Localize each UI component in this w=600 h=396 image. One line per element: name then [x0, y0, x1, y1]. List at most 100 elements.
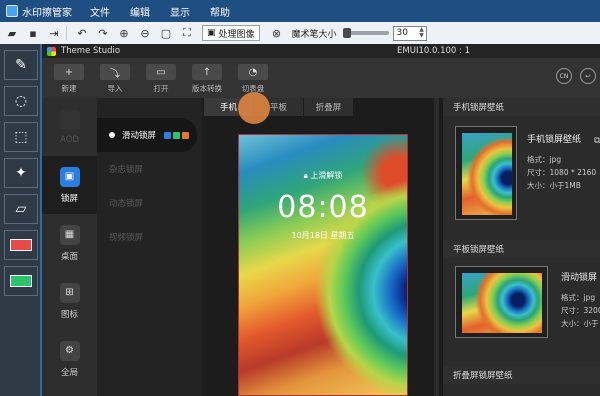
- subnav-video-lock[interactable]: 视频锁屏: [97, 220, 202, 254]
- wallpaper-size: 尺寸：3200: [561, 306, 600, 315]
- import-button[interactable]: ⤵ 导入: [96, 64, 134, 94]
- app-logo-icon: [6, 5, 18, 17]
- lockscreen-subnav: 滑动锁屏 杂志锁屏 动态锁屏 视频锁屏: [97, 98, 202, 396]
- fit-icon[interactable]: ▢: [157, 24, 175, 42]
- undo-icon[interactable]: ↶: [73, 24, 91, 42]
- icons-icon: ⊞: [59, 282, 80, 303]
- export-icon[interactable]: ⇥: [45, 24, 63, 42]
- category-global[interactable]: ⚙ 全局: [42, 330, 97, 388]
- process-image-button[interactable]: ▣ 处理图像: [202, 25, 260, 41]
- desktop-icon: ▦: [59, 224, 80, 245]
- new-label: 新建: [61, 84, 77, 93]
- properties-panel: 手机锁屏壁纸 手机锁屏壁纸 格式：jpg 尺寸：1080 * 2160 大小：小…: [439, 98, 600, 396]
- full-screen-icon[interactable]: ⛶: [178, 24, 196, 42]
- category-desktop[interactable]: ▦ 桌面: [42, 214, 97, 272]
- brush-size-slider[interactable]: [342, 28, 389, 38]
- category-label: 锁屏: [60, 193, 78, 204]
- process-image-icon: ▣: [207, 28, 216, 38]
- wallpaper-name: 滑动锁屏: [561, 273, 598, 283]
- save-icon[interactable]: ▪: [24, 24, 42, 42]
- version-convert-icon: ↑: [192, 64, 222, 80]
- import-icon: ⤵: [100, 64, 130, 80]
- phone-wallpaper-section-title: 手机锁屏壁纸: [443, 98, 600, 116]
- tablet-wallpaper-image: [462, 273, 542, 333]
- category-icons[interactable]: ⊞ 图标: [42, 272, 97, 330]
- tablet-wallpaper-thumbnail[interactable]: [455, 266, 548, 338]
- open-icon: ▭: [146, 64, 176, 80]
- eraser-tool-icon[interactable]: ▱: [4, 194, 38, 224]
- category-aod[interactable]: AOD: [42, 98, 97, 156]
- pen-tool-icon[interactable]: ✎: [4, 50, 38, 80]
- click-ripple: [238, 92, 270, 124]
- theme-studio-toolbar: + 新建 ⤵ 导入 ▭ 打开 ↑ 版本转换 ◔ 切表盘 CN ↩: [42, 58, 600, 98]
- process-image-label: 处理图像: [218, 29, 255, 40]
- select-tool-icon[interactable]: ⬚: [4, 122, 38, 152]
- tab-foldable[interactable]: 折叠屏: [304, 98, 354, 116]
- stepper-arrows-icon[interactable]: ▲ ▼: [418, 27, 426, 39]
- zoom-in-icon[interactable]: ⊕: [115, 24, 133, 42]
- category-nav: AOD ▣ 锁屏 ▦ 桌面 ⊞ 图标 ⚙ 全局: [42, 98, 97, 396]
- theme-studio-window: Theme Studio EMUI10.0.100 : 1 + 新建 ⤵ 导入 …: [42, 44, 600, 396]
- preview-area: 手机 平板 折叠屏 🔒︎ 上滑解锁 08:08 10月18日 星期五: [202, 92, 434, 396]
- clock-time: 08:08: [277, 190, 369, 225]
- category-label: 桌面: [60, 251, 78, 262]
- phone-wallpaper-thumbnail[interactable]: [455, 126, 517, 220]
- category-label: AOD: [60, 134, 79, 145]
- menu-view[interactable]: 显示: [170, 4, 190, 19]
- category-label: 全局: [60, 367, 78, 378]
- unlock-hint-label: 上滑解锁: [310, 171, 343, 180]
- tablet-wallpaper-section: 滑动锁屏 格式：jpg 尺寸：3200 大小：小于: [443, 258, 600, 366]
- version-convert-button[interactable]: ↑ 版本转换: [188, 64, 226, 94]
- menu-edit[interactable]: 编辑: [130, 4, 150, 19]
- theme-studio-title-bar: Theme Studio EMUI10.0.100 : 1: [42, 44, 600, 58]
- category-label: 图标: [60, 309, 78, 320]
- import-label: 导入: [107, 84, 123, 93]
- version-convert-label: 版本转换: [192, 84, 222, 93]
- copy-icon[interactable]: ⧉: [594, 136, 600, 146]
- fold-wallpaper-section-title: 折叠屏锁屏壁纸: [443, 366, 600, 384]
- window-title: 水印擦管家: [22, 7, 72, 19]
- version-label: EMUI10.0.100 : 1: [397, 46, 470, 56]
- back-icon[interactable]: ↩: [580, 68, 596, 84]
- title-bar: 水印擦管家 文件 编辑 显示 帮助: [0, 0, 600, 22]
- editor-main: AOD ▣ 锁屏 ▦ 桌面 ⊞ 图标 ⚙ 全局 滑动锁屏 杂志锁屏 动态锁屏 视…: [42, 92, 600, 396]
- brush-size-value: 30: [396, 28, 408, 38]
- tool-rail: ✎ ◌ ⬚ ✦ ▱: [0, 44, 42, 396]
- wallpaper-name: 手机锁屏壁纸: [527, 135, 582, 145]
- language-cn-button[interactable]: CN: [556, 68, 572, 84]
- wallpaper-format: 格式：jpg: [527, 155, 562, 164]
- redo-icon[interactable]: ↷: [94, 24, 112, 42]
- phone-wallpaper-image: [462, 133, 512, 215]
- zoom-out-icon[interactable]: ⊖: [136, 24, 154, 42]
- subnav-label: 滑动锁屏: [122, 131, 157, 141]
- subnav-magazine-lock[interactable]: 杂志锁屏: [97, 152, 202, 186]
- switch-watchface-button[interactable]: ◔ 切表盘: [234, 64, 272, 94]
- open-folder-icon[interactable]: ▰: [3, 24, 21, 42]
- open-label: 打开: [153, 84, 169, 93]
- app-window: 水印擦管家 文件 编辑 显示 帮助 ▰ ▪ ⇥ ↶ ↷ ⊕ ⊖ ▢ ⛶ ▣ 处理…: [0, 0, 600, 396]
- tablet-wallpaper-section-title: 平板锁屏壁纸: [443, 240, 600, 258]
- color-chips: [164, 131, 191, 139]
- category-lockscreen[interactable]: ▣ 锁屏: [42, 156, 97, 214]
- magic-wand-icon[interactable]: ✦: [4, 158, 38, 188]
- open-button[interactable]: ▭ 打开: [142, 64, 180, 94]
- brush-size-stepper[interactable]: 30 ▲ ▼: [392, 25, 427, 41]
- menu-file[interactable]: 文件: [90, 4, 110, 19]
- slider-knob[interactable]: [342, 28, 351, 38]
- lasso-tool-icon[interactable]: ◌: [4, 86, 38, 116]
- subnav-dynamic-lock[interactable]: 动态锁屏: [97, 186, 202, 220]
- color-green-swatch[interactable]: [4, 266, 38, 296]
- new-button[interactable]: + 新建: [50, 64, 88, 94]
- lockscreen-preview[interactable]: 🔒︎ 上滑解锁 08:08 10月18日 星期五: [238, 134, 408, 396]
- green-swatch: [10, 275, 32, 287]
- unlock-hint: 🔒︎ 上滑解锁: [239, 170, 407, 181]
- clear-icon[interactable]: ⊗: [268, 24, 286, 42]
- brush-size-label: 魔术笔大小: [291, 29, 337, 40]
- color-red-swatch[interactable]: [4, 230, 38, 260]
- menu-help[interactable]: 帮助: [210, 4, 230, 19]
- theme-studio-title: Theme Studio: [61, 46, 121, 56]
- subnav-slide-lock[interactable]: 滑动锁屏: [97, 118, 197, 152]
- green-chip: [173, 131, 181, 139]
- toolbar-divider: [66, 26, 67, 40]
- wallpaper-size: 尺寸：1080 * 2160: [527, 168, 597, 177]
